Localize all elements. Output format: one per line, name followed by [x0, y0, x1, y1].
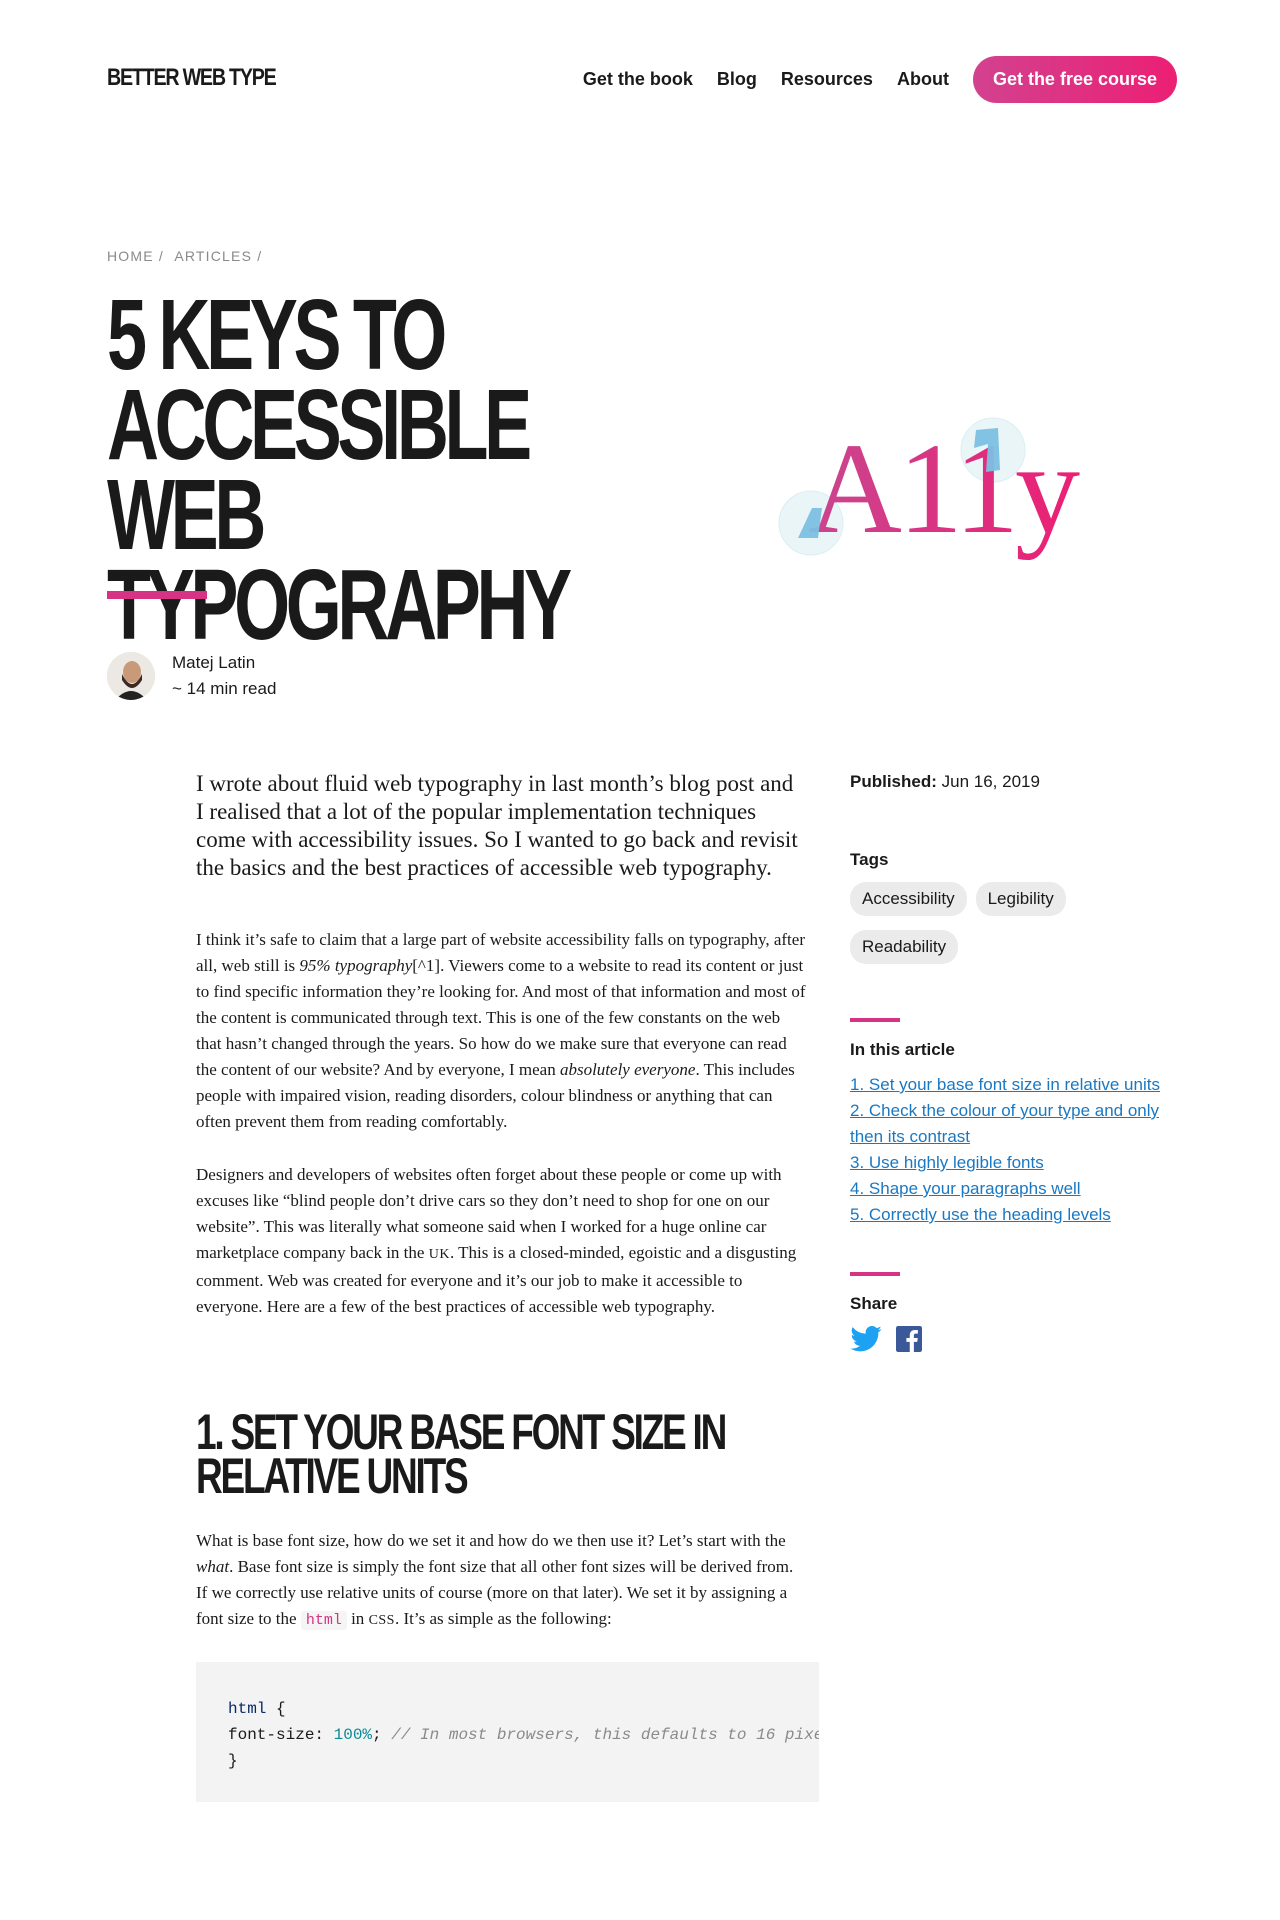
breadcrumb-home[interactable]: HOME / [107, 248, 164, 264]
toc-link-3[interactable]: 3. Use highly legible fonts [850, 1150, 1190, 1176]
code-block: html { font-size: 100%; // In most brows… [196, 1662, 819, 1802]
a11y-wordmark: A11y [808, 417, 1080, 561]
toc-link-5[interactable]: 5. Correctly use the heading levels [850, 1202, 1190, 1228]
article-paragraph: Designers and developers of websites oft… [196, 1165, 797, 1316]
title-accent-bar [107, 591, 207, 599]
tag-readability[interactable]: Readability [850, 930, 959, 964]
author-avatar [107, 652, 155, 700]
author-block: Matej Latin ~ 14 min read [107, 650, 276, 702]
article-lead: I wrote about fluid web typography in la… [196, 771, 798, 880]
tag-list: Accessibility Legibility Readability [850, 882, 1120, 978]
toc-accent-bar [850, 1018, 900, 1022]
toc-heading: In this article [850, 1040, 955, 1059]
a11y-illustration: A11y [778, 417, 1084, 561]
toc-link-1[interactable]: 1. Set your base font size in relative u… [850, 1072, 1190, 1098]
section-heading: 1. Set your base font size in relative u… [196, 1404, 727, 1504]
breadcrumb: HOME / ARTICLES / [107, 248, 268, 264]
table-of-contents: 1. Set your base font size in relative u… [850, 1072, 1190, 1228]
published-date: Published: Jun 16, 2019 [850, 772, 1040, 791]
article-body: I wrote about fluid web typography in la… [196, 770, 819, 1802]
tag-accessibility[interactable]: Accessibility [850, 882, 967, 916]
facebook-icon[interactable] [896, 1326, 922, 1357]
nav-get-the-book[interactable]: Get the book [583, 69, 693, 90]
main-nav: Get the book Blog Resources About Get th… [559, 56, 1177, 103]
article-paragraph: I think it’s safe to claim that a large … [196, 930, 806, 1131]
free-course-button[interactable]: Get the free course [972, 56, 1177, 103]
site-logo[interactable]: BETTER WEB TYPE [107, 64, 277, 92]
share-heading: Share [850, 1294, 898, 1313]
toc-link-2[interactable]: 2. Check the colour of your type and onl… [850, 1098, 1190, 1150]
article-paragraph: What is base font size, how do we set it… [196, 1531, 794, 1630]
author-name[interactable]: Matej Latin [172, 650, 276, 676]
breadcrumb-articles[interactable]: ARTICLES / [174, 248, 262, 264]
tag-legibility[interactable]: Legibility [975, 882, 1066, 916]
article-sidebar: Published: Jun 16, 2019 Tags Accessibili… [850, 772, 1190, 1357]
inline-code: html [300, 1611, 347, 1630]
tags-heading: Tags [850, 850, 889, 869]
nav-blog[interactable]: Blog [717, 69, 757, 90]
share-accent-bar [850, 1272, 900, 1276]
read-time: ~ 14 min read [172, 679, 277, 698]
nav-about[interactable]: About [897, 69, 949, 90]
toc-link-4[interactable]: 4. Shape your paragraphs well [850, 1176, 1190, 1202]
nav-resources[interactable]: Resources [781, 69, 873, 90]
twitter-icon[interactable] [850, 1325, 882, 1357]
